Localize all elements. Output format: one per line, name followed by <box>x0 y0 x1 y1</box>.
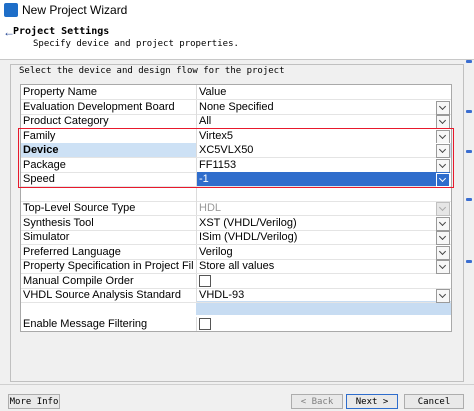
evaluation-board-select[interactable]: None Specified <box>196 100 450 115</box>
property-specification-select[interactable]: Store all values <box>196 259 450 274</box>
row-simulator[interactable]: Simulator ISim (VHDL/Verilog) <box>21 230 451 245</box>
chevron-down-icon[interactable] <box>436 289 450 303</box>
window-edge-markers <box>466 40 474 330</box>
column-header-value: Value <box>199 86 227 98</box>
chevron-down-icon[interactable] <box>436 101 450 115</box>
property-value: VHDL-93 <box>199 289 245 301</box>
preferred-language-select[interactable]: Verilog <box>196 245 450 260</box>
chevron-down-icon[interactable] <box>436 246 450 260</box>
title-bar: New Project Wizard <box>0 0 474 21</box>
row-vhdl-standard[interactable]: VHDL Source Analysis Standard VHDL-93 <box>21 288 451 303</box>
footer-separator <box>0 384 474 385</box>
cancel-button[interactable]: Cancel <box>404 394 464 409</box>
column-header-property: Property Name <box>23 86 97 98</box>
row-top-level-source-type: Top-Level Source Type HDL <box>21 201 451 216</box>
synthesis-tool-select[interactable]: XST (VHDL/Verilog) <box>196 216 450 231</box>
property-name: Manual Compile Order <box>23 275 134 287</box>
page-title: Project Settings <box>13 26 110 37</box>
top-level-source-select: HDL <box>196 201 450 216</box>
group-label: Select the device and design flow for th… <box>17 66 287 76</box>
row-blank <box>21 187 451 202</box>
back-button[interactable]: < Back <box>291 394 343 409</box>
edge-marker <box>466 60 472 63</box>
edge-marker <box>466 110 472 113</box>
property-grid: Property Name Value Evaluation Developme… <box>20 84 452 332</box>
edge-marker <box>466 260 472 263</box>
row-manual-compile-order[interactable]: Manual Compile Order <box>21 274 451 289</box>
row-synthesis-tool[interactable]: Synthesis Tool XST (VHDL/Verilog) <box>21 216 451 231</box>
property-value: Store all values <box>199 260 275 272</box>
property-name: Preferred Language <box>23 246 121 258</box>
row-enable-message-filtering[interactable]: Enable Message Filtering <box>21 317 451 331</box>
property-name: VHDL Source Analysis Standard <box>23 289 181 301</box>
property-name: Synthesis Tool <box>23 217 94 229</box>
empty-cell <box>196 187 450 201</box>
app-icon <box>4 3 18 17</box>
more-info-button[interactable]: More Info <box>8 394 60 409</box>
property-value: Verilog <box>199 246 233 258</box>
chevron-down-icon <box>436 202 450 216</box>
property-value: All <box>199 115 212 127</box>
property-name <box>23 303 193 317</box>
manual-compile-order-cell <box>196 274 450 288</box>
property-name: Top-Level Source Type <box>23 202 136 214</box>
window-title: New Project Wizard <box>22 3 128 17</box>
chevron-down-icon[interactable] <box>436 115 450 129</box>
property-value: None Specified <box>199 101 274 113</box>
property-name: Product Category <box>23 115 109 127</box>
property-name <box>23 187 193 201</box>
row-product-category[interactable]: Product Category All <box>21 114 451 129</box>
property-name: Property Specification in Project File <box>23 260 193 272</box>
row-preferred-language[interactable]: Preferred Language Verilog <box>21 245 451 260</box>
message-filtering-cell <box>196 317 450 331</box>
property-name: Evaluation Development Board <box>23 101 175 113</box>
edge-marker <box>466 150 472 153</box>
row-evaluation-board[interactable]: Evaluation Development Board None Specif… <box>21 100 451 115</box>
row-blank <box>21 303 451 317</box>
property-value: XST (VHDL/Verilog) <box>199 217 297 229</box>
manual-compile-order-checkbox[interactable] <box>199 275 211 287</box>
vhdl-standard-select[interactable]: VHDL-93 <box>196 288 450 303</box>
grid-header-row: Property Name Value <box>21 85 451 100</box>
property-name: Simulator <box>23 231 70 243</box>
simulator-select[interactable]: ISim (VHDL/Verilog) <box>196 230 450 245</box>
chevron-down-icon[interactable] <box>436 260 450 274</box>
row-property-specification[interactable]: Property Specification in Project File S… <box>21 259 451 274</box>
chevron-down-icon[interactable] <box>436 231 450 245</box>
chevron-down-icon[interactable] <box>436 217 450 231</box>
wizard-header: ← Project Settings Specify device and pr… <box>0 21 474 60</box>
property-value: HDL <box>199 202 222 214</box>
edge-marker <box>466 198 472 201</box>
enable-message-filtering-checkbox[interactable] <box>199 318 211 330</box>
page-subtitle: Specify device and project properties. <box>33 39 239 49</box>
property-name: Enable Message Filtering <box>23 318 148 330</box>
column-header-value-cell: Value <box>196 85 450 99</box>
product-category-select[interactable]: All <box>196 114 450 129</box>
next-button[interactable]: Next > <box>346 394 398 409</box>
property-value: ISim (VHDL/Verilog) <box>199 231 298 243</box>
highlight-box <box>18 128 454 188</box>
